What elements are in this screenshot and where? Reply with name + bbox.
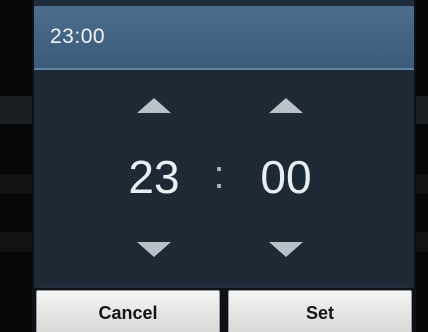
time-separator: : [213,153,225,197]
chevron-up-icon [137,97,171,113]
screen: 23:00 23 : 00 Cancel Set [0,0,428,332]
chevron-down-icon [269,241,303,257]
set-button[interactable]: Set [228,290,412,332]
minute-increment-button[interactable] [256,88,316,122]
dialog-button-row: Cancel Set [34,288,414,332]
chevron-up-icon [269,97,303,113]
hour-decrement-button[interactable] [124,232,184,266]
hour-increment-button[interactable] [124,88,184,122]
time-picker-dialog: 23:00 23 : 00 Cancel Set [34,0,414,332]
cancel-button[interactable]: Cancel [36,290,220,332]
dialog-title: 23:00 [50,25,106,48]
minute-value[interactable]: 00 [241,147,331,207]
dialog-title-bar: 23:00 [34,6,414,70]
chevron-down-icon [137,241,171,257]
minute-decrement-button[interactable] [256,232,316,266]
time-picker: 23 : 00 [34,70,414,286]
hour-value[interactable]: 23 [109,147,199,207]
